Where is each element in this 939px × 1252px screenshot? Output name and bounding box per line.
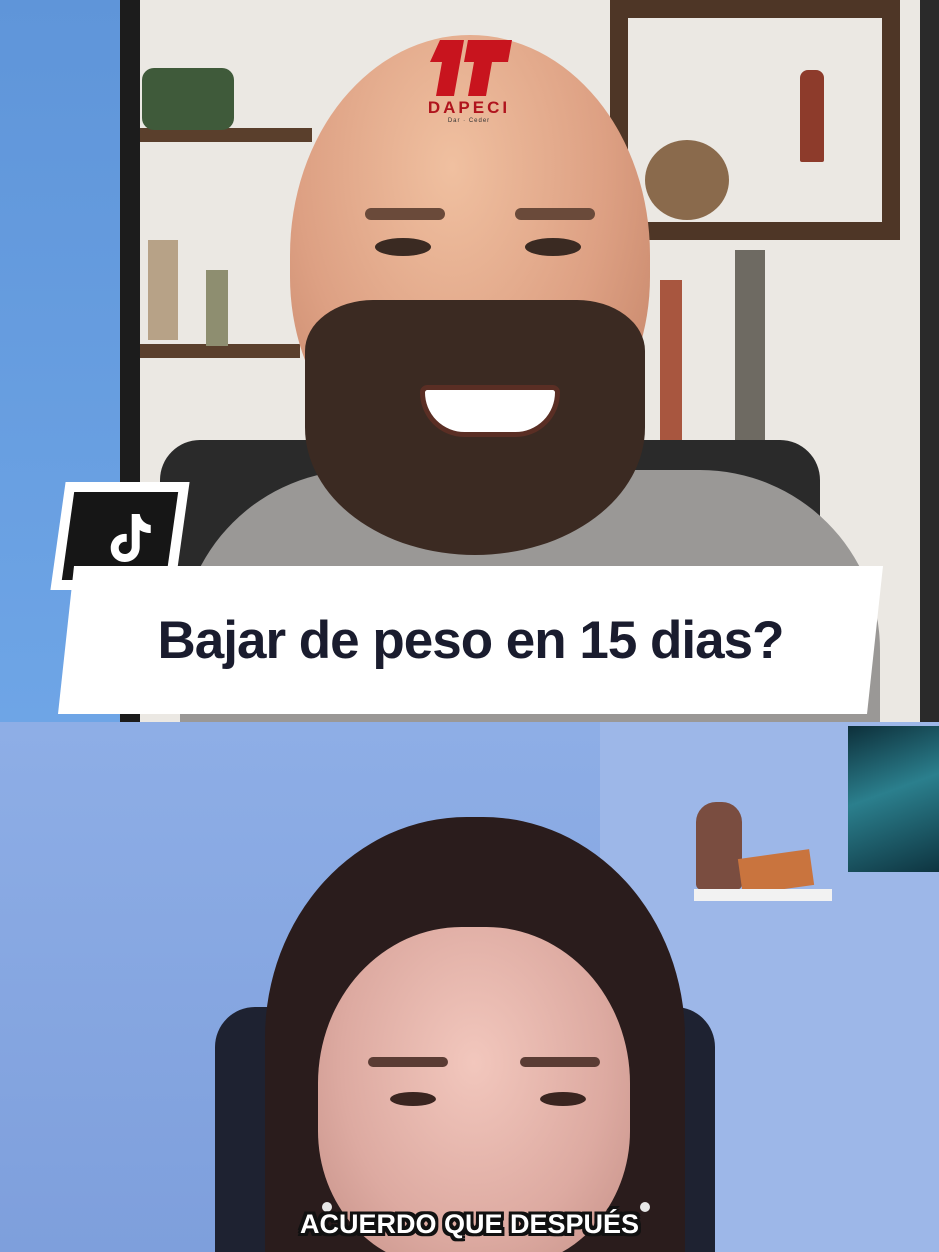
dapeci-logo-mark bbox=[430, 40, 512, 96]
trophy-left bbox=[148, 240, 178, 340]
woman-brow-right bbox=[520, 1057, 600, 1067]
man-brow-left bbox=[365, 208, 445, 220]
subtitle-caption: ACUERDO QUE DESPUÉS bbox=[299, 1209, 640, 1239]
bottle bbox=[800, 70, 824, 162]
man-brow-right bbox=[515, 208, 595, 220]
wall-poster bbox=[848, 726, 939, 872]
bottom-video-panel: ACUERDO QUE DESPUÉS bbox=[0, 722, 939, 1252]
woman-eye-left bbox=[390, 1092, 436, 1106]
logo-subtitle: Dar · Ceder bbox=[447, 118, 491, 124]
top-video-panel: DAPECI Dar · Ceder Bajar de peso en 15 d… bbox=[0, 0, 939, 722]
woman-face bbox=[318, 927, 630, 1252]
man-eye-left bbox=[375, 238, 431, 256]
wall-shelf bbox=[694, 889, 832, 901]
wooden-slice bbox=[645, 140, 729, 220]
left-shelf-upper bbox=[140, 128, 312, 142]
trophy-right bbox=[735, 250, 765, 440]
frame-edge bbox=[920, 0, 939, 722]
man-smile bbox=[420, 385, 560, 437]
collectible-figure bbox=[696, 802, 742, 890]
man-eye-right bbox=[525, 238, 581, 256]
trophy-small bbox=[206, 270, 228, 346]
trophy-red bbox=[660, 280, 682, 440]
woman-brow-left bbox=[368, 1057, 448, 1067]
woman-eye-right bbox=[540, 1092, 586, 1106]
tiktok-icon bbox=[110, 514, 151, 562]
video-title: Bajar de peso en 15 dias? bbox=[157, 610, 784, 670]
logo-name: DAPECI bbox=[427, 98, 511, 117]
toy-car bbox=[142, 68, 234, 130]
title-banner: Bajar de peso en 15 dias? bbox=[58, 566, 883, 714]
dapeci-logo: DAPECI Dar · Ceder bbox=[414, 40, 524, 132]
left-shelf-lower bbox=[140, 344, 300, 358]
